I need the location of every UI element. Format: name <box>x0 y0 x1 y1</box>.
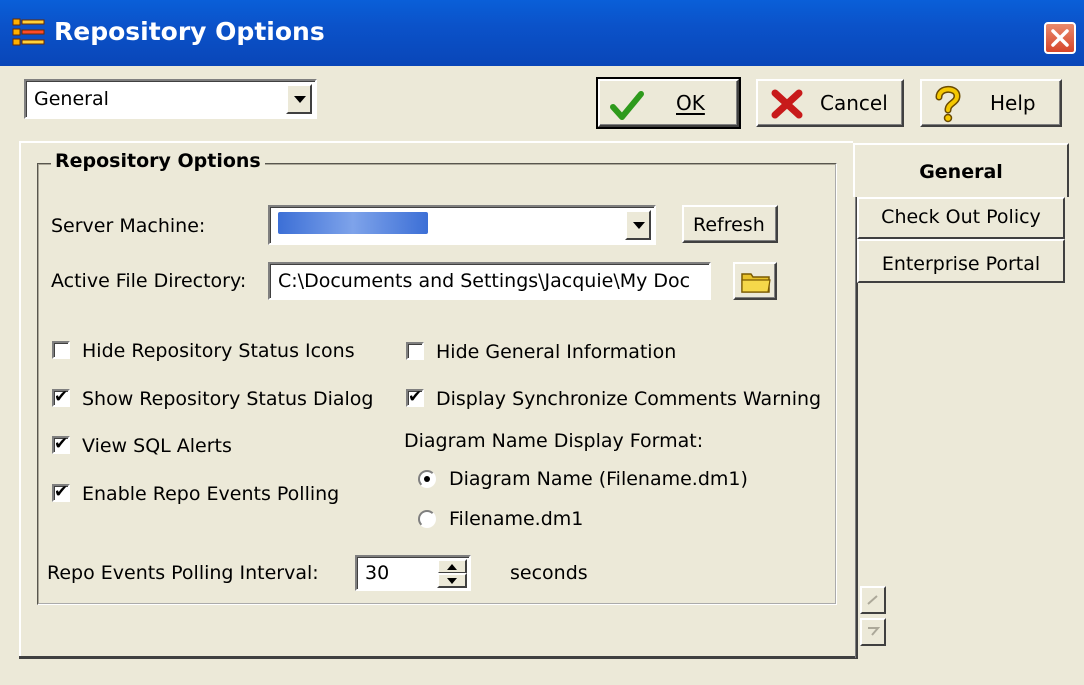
server-machine-dropdown-button[interactable] <box>625 210 651 240</box>
checkbox-enable-repo-events-polling[interactable]: ✔ <box>52 482 70 502</box>
server-machine-selected-value <box>278 212 428 234</box>
checkbox-show-repository-status-dialog[interactable]: ✔ <box>52 387 70 407</box>
view-select-value: General <box>34 88 109 110</box>
tab-general[interactable]: General <box>853 143 1069 197</box>
close-button[interactable] <box>1044 22 1076 54</box>
cancel-button[interactable]: Cancel <box>756 79 904 127</box>
tab-page-frame-bottom <box>19 656 858 659</box>
diagram-name-format-label: Diagram Name Display Format: <box>404 430 704 452</box>
polling-interval-input[interactable]: 30 <box>355 555 471 591</box>
checkmark-icon: ✔ <box>54 387 69 407</box>
checkmark-icon: ✔ <box>54 482 69 502</box>
server-machine-label: Server Machine: <box>51 215 206 237</box>
tab-page-frame-left <box>19 141 21 658</box>
window-title: Repository Options <box>54 17 325 46</box>
checkmark-icon: ✔ <box>408 387 423 407</box>
group-title: Repository Options <box>51 150 265 172</box>
app-icon <box>12 18 46 48</box>
help-button-label: Help <box>990 91 1036 115</box>
scroll-up-icon <box>867 595 878 605</box>
checkbox-view-sql-alerts[interactable]: ✔ <box>52 434 70 454</box>
polling-interval-unit: seconds <box>510 562 588 584</box>
cancel-x-icon <box>771 89 803 119</box>
tab-enterprise-portal[interactable]: Enterprise Portal <box>857 239 1065 283</box>
checkbox-hide-general-information[interactable] <box>406 342 424 360</box>
active-file-directory-value: C:\Documents and Settings\Jacquie\My Doc <box>278 270 691 292</box>
folder-icon <box>741 273 771 293</box>
active-file-directory-label: Active File Directory: <box>51 270 247 292</box>
tab-scroll-down-button[interactable] <box>860 618 886 646</box>
tab-label: Check Out Policy <box>881 206 1041 228</box>
help-question-icon <box>935 85 961 123</box>
checkbox-hide-repository-status-icons[interactable] <box>52 341 70 359</box>
refresh-button[interactable]: Refresh <box>682 205 778 243</box>
ok-button-label: OK <box>676 91 705 115</box>
ok-button[interactable]: OK <box>596 77 741 129</box>
radio-label: Diagram Name (Filename.dm1) <box>449 468 748 490</box>
chevron-down-icon <box>294 96 306 103</box>
spinner-up-icon <box>447 564 457 570</box>
tab-label: General <box>919 161 1003 183</box>
view-select[interactable]: General <box>24 79 317 119</box>
radio-selected-dot <box>424 476 430 482</box>
checkbox-label: View SQL Alerts <box>82 435 232 457</box>
help-button[interactable]: Help <box>920 79 1062 127</box>
browse-folder-button[interactable] <box>733 262 777 300</box>
view-select-dropdown-button[interactable] <box>286 84 312 114</box>
cancel-button-label: Cancel <box>820 91 888 115</box>
polling-interval-value: 30 <box>365 562 390 584</box>
polling-interval-label: Repo Events Polling Interval: <box>47 562 319 584</box>
refresh-button-label: Refresh <box>693 214 765 236</box>
tab-label: Enterprise Portal <box>881 253 1041 275</box>
spinner-down-icon <box>447 578 457 584</box>
radio-label: Filename.dm1 <box>449 508 584 530</box>
checkbox-label: Hide General Information <box>436 341 677 363</box>
checkbox-label: Show Repository Status Dialog <box>82 388 374 410</box>
checkbox-display-synchronize-comments-warning[interactable]: ✔ <box>406 387 424 407</box>
server-machine-select[interactable] <box>268 205 656 245</box>
close-icon <box>1051 29 1069 47</box>
radio-diagram-name-filename[interactable] <box>418 470 436 488</box>
active-file-directory-input[interactable]: C:\Documents and Settings\Jacquie\My Doc <box>268 262 711 300</box>
checkbox-label: Display Synchronize Comments Warning <box>436 388 822 410</box>
checkbox-label: Hide Repository Status Icons <box>82 340 355 362</box>
radio-filename-only[interactable] <box>418 510 436 528</box>
tab-scroll-up-button[interactable] <box>860 586 886 614</box>
checkmark-icon: ✔ <box>54 434 69 454</box>
tab-page-frame-top <box>19 141 853 143</box>
checkmark-icon <box>610 91 644 120</box>
spinner-down-button[interactable] <box>437 573 467 588</box>
tab-check-out-policy[interactable]: Check Out Policy <box>857 197 1065 239</box>
spinner-up-button[interactable] <box>437 559 467 574</box>
scroll-down-icon <box>868 627 881 636</box>
checkbox-label: Enable Repo Events Polling <box>82 483 340 505</box>
chevron-down-icon <box>633 222 645 229</box>
